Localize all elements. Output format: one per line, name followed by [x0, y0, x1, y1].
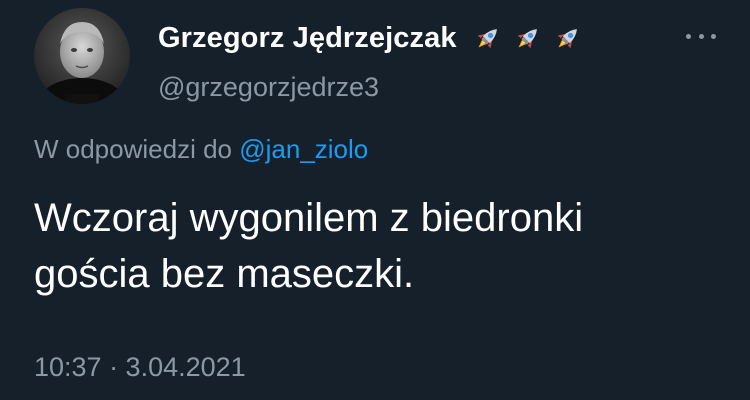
author-handle[interactable]: @grzegorzjedrze3: [158, 72, 379, 103]
author-display-name[interactable]: Grzegorz Jędrzejczak: [158, 22, 457, 55]
tweet-timestamp[interactable]: 10:37 · 3.04.2021: [34, 352, 246, 383]
rocket-icon: [477, 28, 497, 48]
more-dot-icon: [698, 33, 704, 39]
tweet-text: Wczoraj wygonilem z biedronki gościa bez…: [34, 196, 584, 296]
reply-mention-link[interactable]: @jan_ziolo: [239, 134, 368, 164]
reply-prefix: W odpowiedzi do: [34, 134, 232, 164]
more-options-button[interactable]: [686, 22, 716, 50]
more-dot-icon: [686, 33, 691, 39]
tweet-card: Grzegorz Jędrzejczak @grzegorzjedrze3 W …: [0, 0, 750, 400]
name-emojis: [471, 23, 583, 55]
reply-context: W odpowiedzi do @jan_ziolo: [34, 134, 368, 165]
rocket-icon: [557, 28, 577, 48]
rocket-icon: [517, 28, 537, 48]
avatar-photo: [34, 8, 130, 104]
avatar[interactable]: [34, 8, 130, 104]
author-header: Grzegorz Jędrzejczak: [158, 22, 583, 55]
more-dot-icon: [711, 33, 716, 39]
